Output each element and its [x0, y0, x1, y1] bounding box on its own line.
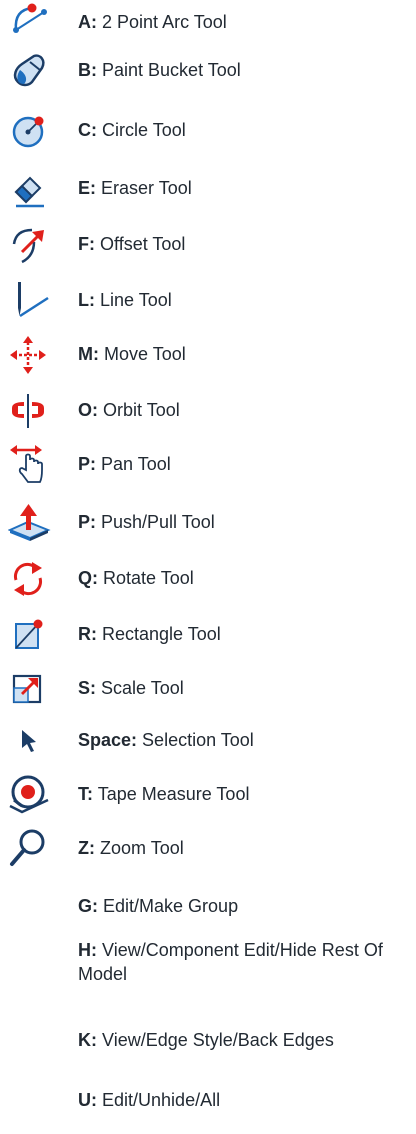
- shortcut-row-paint-bucket: B: Paint Bucket Tool: [0, 48, 416, 92]
- eraser-icon: [8, 166, 52, 210]
- orbit-icon: [8, 388, 52, 432]
- shortcut-text: Line Tool: [100, 290, 172, 310]
- shortcut-key: C:: [78, 120, 97, 140]
- shortcut-label: Q: Rotate Tool: [78, 556, 194, 600]
- shortcut-text: Rotate Tool: [103, 568, 194, 588]
- shortcut-row-circle: C: Circle Tool: [0, 108, 416, 152]
- shortcut-row-line: L: Line Tool: [0, 278, 416, 322]
- shortcut-key: T:: [78, 784, 93, 804]
- command-row-back-edges: K: View/Edge Style/Back Edges: [0, 1018, 416, 1062]
- shortcut-text: Circle Tool: [102, 120, 186, 140]
- shortcut-label: Z: Zoom Tool: [78, 826, 184, 870]
- shortcut-key: A:: [78, 12, 97, 32]
- command-label: K: View/Edge Style/Back Edges: [78, 1018, 334, 1062]
- push-pull-icon: [8, 500, 52, 544]
- command-row-unhide-all: U: Edit/Unhide/All: [0, 1078, 416, 1122]
- shortcut-label: B: Paint Bucket Tool: [78, 48, 241, 92]
- command-key: H:: [78, 940, 97, 960]
- shortcut-label: Space: Selection Tool: [78, 718, 254, 762]
- rectangle-icon: [8, 612, 52, 656]
- shortcut-key: Q:: [78, 568, 98, 588]
- rotate-icon: [8, 556, 52, 600]
- shortcut-key: M:: [78, 344, 99, 364]
- shortcut-text: Zoom Tool: [100, 838, 184, 858]
- paint-bucket-icon: [8, 48, 52, 92]
- command-label: U: Edit/Unhide/All: [78, 1078, 220, 1122]
- command-text: Edit/Unhide/All: [102, 1090, 221, 1110]
- shortcut-text: Paint Bucket Tool: [102, 60, 241, 80]
- shortcut-text: 2 Point Arc Tool: [102, 12, 227, 32]
- shortcut-label: E: Eraser Tool: [78, 166, 192, 210]
- shortcut-label: O: Orbit Tool: [78, 388, 180, 432]
- shortcut-text: Selection Tool: [142, 730, 254, 750]
- circle-icon: [8, 108, 52, 152]
- command-label: H: View/Component Edit/Hide Rest Of Mode…: [78, 938, 398, 986]
- shortcut-label: A: 2 Point Arc Tool: [78, 0, 227, 44]
- move-icon: [8, 332, 52, 376]
- shortcut-key: O:: [78, 400, 98, 420]
- two-point-arc-icon: [8, 0, 52, 44]
- shortcut-key: P:: [78, 512, 96, 532]
- shortcut-text: Orbit Tool: [103, 400, 180, 420]
- command-row-make-group: G: Edit/Make Group: [0, 884, 416, 928]
- shortcut-label: F: Offset Tool: [78, 222, 185, 266]
- shortcut-text: Rectangle Tool: [102, 624, 221, 644]
- shortcut-row-push-pull: P: Push/Pull Tool: [0, 500, 416, 544]
- tape-measure-icon: [8, 772, 52, 816]
- shortcut-text: Move Tool: [104, 344, 186, 364]
- shortcut-label: P: Push/Pull Tool: [78, 500, 215, 544]
- shortcut-key: L:: [78, 290, 95, 310]
- shortcut-row-selection: Space: Selection Tool: [0, 718, 416, 762]
- shortcut-row-offset: F: Offset Tool: [0, 222, 416, 266]
- shortcut-row-tape-measure: T: Tape Measure Tool: [0, 772, 416, 816]
- shortcut-label: M: Move Tool: [78, 332, 186, 376]
- command-key: U:: [78, 1090, 97, 1110]
- shortcut-label: S: Scale Tool: [78, 666, 184, 710]
- command-row-hide-rest-of-model: H: View/Component Edit/Hide Rest Of Mode…: [0, 936, 416, 996]
- shortcut-text: Offset Tool: [100, 234, 186, 254]
- shortcut-key: S:: [78, 678, 96, 698]
- shortcut-text: Scale Tool: [101, 678, 184, 698]
- pan-icon: [8, 442, 52, 486]
- command-text: View/Component Edit/Hide Rest Of Model: [78, 940, 383, 984]
- offset-icon: [8, 222, 52, 266]
- shortcut-key: Z:: [78, 838, 95, 858]
- shortcut-row-zoom: Z: Zoom Tool: [0, 826, 416, 870]
- shortcut-row-rotate: Q: Rotate Tool: [0, 556, 416, 600]
- command-key: K:: [78, 1030, 97, 1050]
- shortcut-key: F:: [78, 234, 95, 254]
- command-key: G:: [78, 896, 98, 916]
- shortcut-row-scale: S: Scale Tool: [0, 666, 416, 710]
- command-text: Edit/Make Group: [103, 896, 239, 916]
- shortcut-label: P: Pan Tool: [78, 442, 171, 486]
- shortcut-key: P:: [78, 454, 96, 474]
- shortcut-row-rectangle: R: Rectangle Tool: [0, 612, 416, 656]
- shortcut-row-orbit: O: Orbit Tool: [0, 388, 416, 432]
- shortcut-key: R:: [78, 624, 97, 644]
- scale-icon: [8, 666, 52, 710]
- shortcut-row-eraser: E: Eraser Tool: [0, 166, 416, 210]
- command-text: View/Edge Style/Back Edges: [102, 1030, 334, 1050]
- shortcut-text: Tape Measure Tool: [97, 784, 250, 804]
- shortcut-row-2-point-arc: A: 2 Point Arc Tool: [0, 0, 416, 44]
- selection-arrow-icon: [8, 718, 52, 762]
- shortcut-label: R: Rectangle Tool: [78, 612, 221, 656]
- zoom-icon: [8, 826, 52, 870]
- shortcut-key: Space:: [78, 730, 138, 750]
- shortcut-key: B:: [78, 60, 97, 80]
- shortcut-label: T: Tape Measure Tool: [78, 772, 249, 816]
- shortcut-label: C: Circle Tool: [78, 108, 186, 152]
- shortcut-row-move: M: Move Tool: [0, 332, 416, 376]
- shortcut-text: Push/Pull Tool: [101, 512, 215, 532]
- shortcut-text: Eraser Tool: [101, 178, 192, 198]
- command-label: G: Edit/Make Group: [78, 884, 238, 928]
- line-icon: [8, 278, 52, 322]
- shortcut-label: L: Line Tool: [78, 278, 172, 322]
- shortcut-row-pan: P: Pan Tool: [0, 442, 416, 486]
- shortcut-key: E:: [78, 178, 96, 198]
- shortcut-text: Pan Tool: [101, 454, 171, 474]
